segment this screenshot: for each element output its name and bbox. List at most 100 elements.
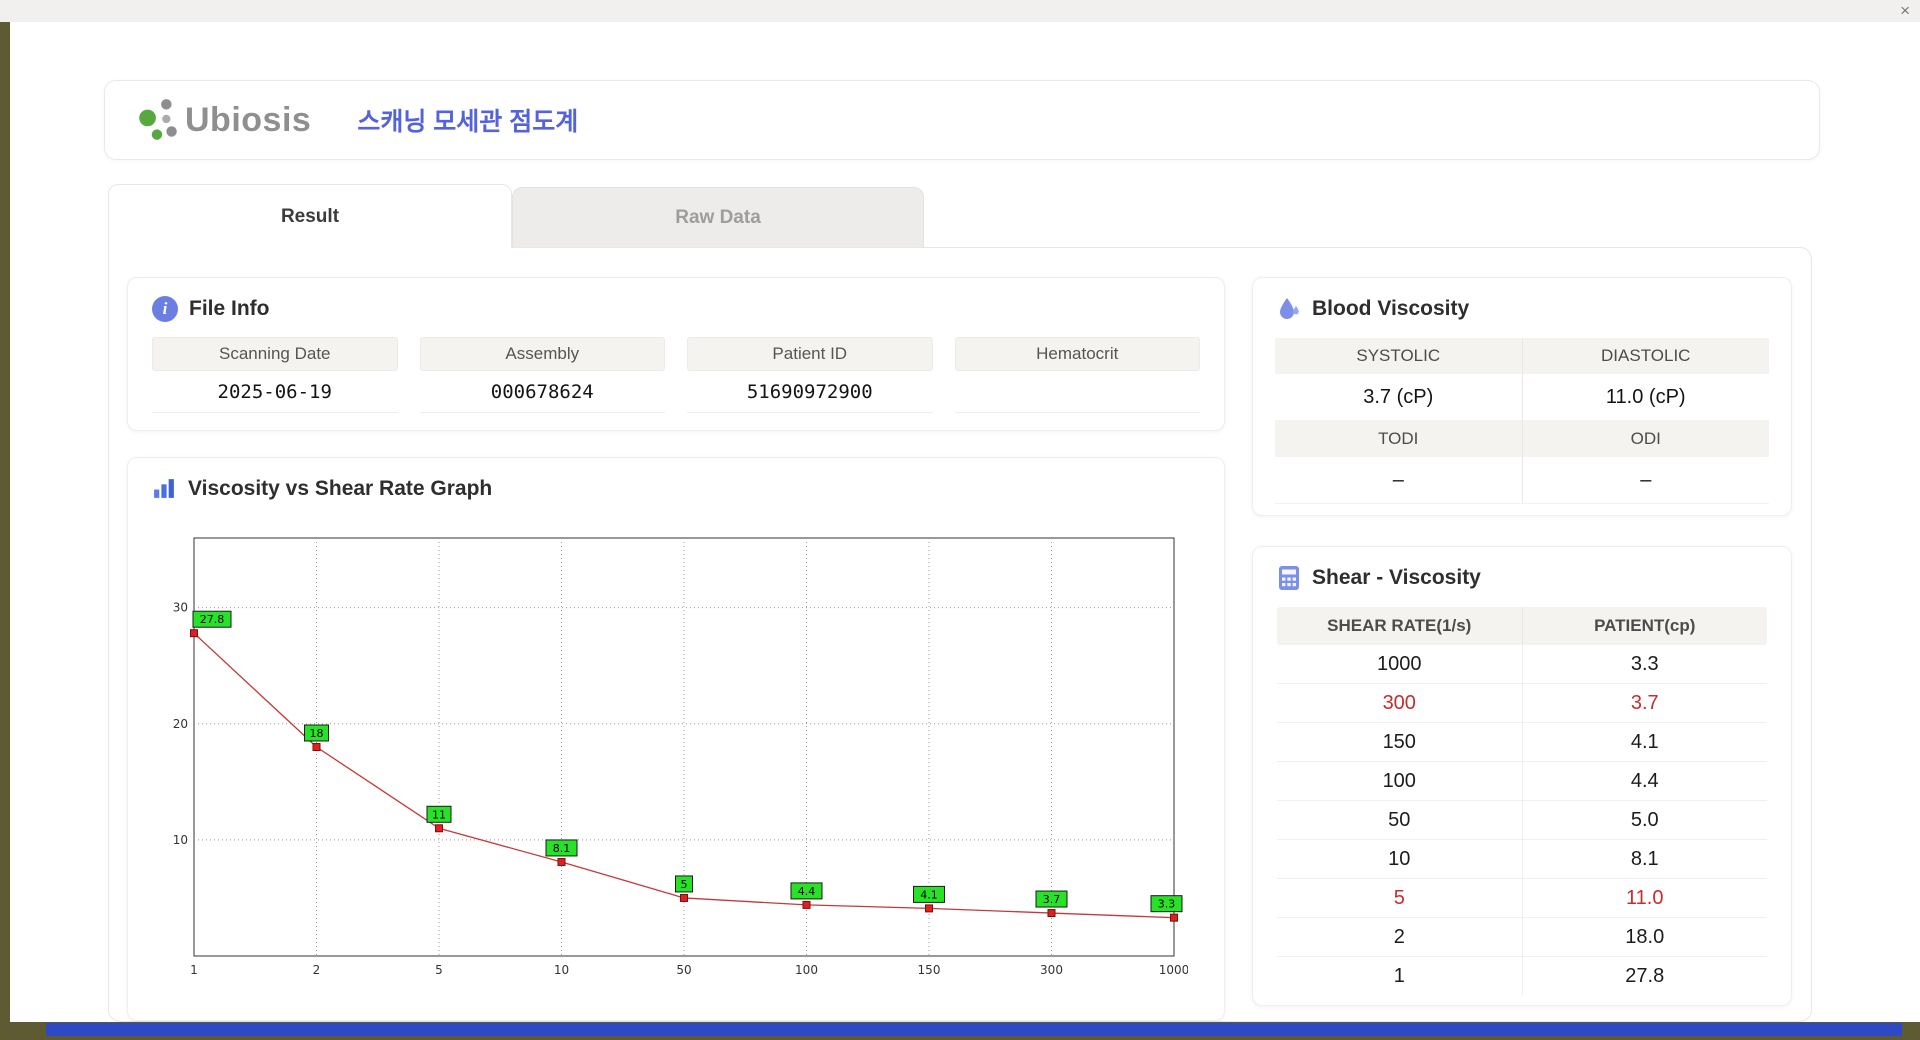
field-label: Assembly — [419, 337, 665, 371]
app-header: Ubiosis 스캐닝 모세관 점도계 — [104, 80, 1820, 160]
diastolic-label: DIASTOLIC — [1521, 338, 1769, 374]
svg-text:1000: 1000 — [1159, 963, 1188, 977]
file-info-card: i File Info Scanning Date 2025-06-19 Assem… — [127, 277, 1225, 431]
patient-viscosity-cell: 18.0 — [1521, 918, 1768, 956]
graph-title: Viscosity vs Shear Rate Graph — [188, 476, 493, 500]
close-icon[interactable]: × — [1900, 0, 1910, 22]
todi-label: TODI — [1275, 421, 1522, 457]
svg-text:300: 300 — [1040, 963, 1063, 977]
diastolic-value: 11.0 (cP) — [1521, 374, 1770, 420]
svg-text:8.1: 8.1 — [553, 842, 571, 855]
svg-text:2: 2 — [313, 963, 321, 977]
svg-text:150: 150 — [918, 963, 941, 977]
graph-header: Viscosity vs Shear Rate Graph — [128, 458, 1224, 501]
viscosity-chart: 10 20 30 1 2 5 10 50 100 150 300 1000 27.8 18 11 8.1 5 4.… — [173, 537, 1188, 977]
field-label: Scanning Date — [152, 337, 398, 371]
table-row: 5 11.0 — [1277, 879, 1767, 918]
tab-result[interactable]: Result — [108, 184, 512, 248]
svg-text:18: 18 — [310, 727, 324, 740]
svg-text:50: 50 — [676, 963, 691, 977]
svg-text:10: 10 — [173, 833, 188, 847]
file-info-grid: Scanning Date 2025-06-19 Assembly 000678624… — [128, 322, 1224, 413]
svg-text:5: 5 — [435, 963, 443, 977]
blood-viscosity-table: SYSTOLIC DIASTOLIC 3.7 (cP) 11.0 (cP) TO… — [1275, 338, 1769, 504]
logo-text: Ubiosis — [185, 100, 312, 139]
page-title: 스캐닝 모세관 점도계 — [357, 108, 579, 136]
svg-text:11: 11 — [432, 808, 446, 821]
blood-viscosity-title: Blood Viscosity — [1312, 297, 1470, 320]
field-label: Hematocrit — [954, 337, 1200, 371]
info-icon: i — [152, 296, 178, 322]
table-row: 50 5.0 — [1277, 801, 1767, 840]
patient-viscosity-cell: 3.3 — [1521, 645, 1768, 683]
odi-value: – — [1521, 457, 1770, 503]
column-header-shear-rate: SHEAR RATE(1/s) — [1327, 616, 1472, 635]
systolic-label: SYSTOLIC — [1275, 338, 1522, 374]
patient-viscosity-cell: 27.8 — [1521, 957, 1768, 996]
field-value: 51690972900 — [687, 371, 933, 413]
shear-rate-cell: 50 — [1388, 808, 1411, 831]
shear-rate-cell: 300 — [1382, 691, 1416, 714]
file-info-field: Scanning Date 2025-06-19 — [152, 337, 398, 413]
app-logo: Ubiosis — [135, 96, 311, 144]
file-info-field: Hematocrit — [954, 337, 1200, 413]
patient-viscosity-cell: 5.0 — [1521, 801, 1768, 839]
table-row: TODI ODI — [1275, 421, 1769, 457]
shear-rate-cell: 10 — [1388, 847, 1411, 870]
shear-viscosity-title: Shear - Viscosity — [1312, 566, 1481, 589]
shear-rate-cell: 2 — [1393, 925, 1405, 948]
field-label: Patient ID — [687, 337, 933, 371]
patient-viscosity-cell: 11.0 — [1521, 879, 1768, 917]
result-panel: i File Info Scanning Date 2025-06-19 Assem… — [108, 247, 1812, 1022]
calculator-icon — [1279, 566, 1299, 590]
shear-rate-cell: 150 — [1382, 730, 1416, 753]
table-row: 1000 3.3 — [1277, 645, 1767, 684]
taskbar-strip — [46, 1023, 1902, 1036]
patient-viscosity-cell: 3.7 — [1521, 684, 1768, 722]
window-title-bar: × — [0, 0, 1920, 22]
svg-text:4.1: 4.1 — [920, 888, 938, 901]
svg-text:10: 10 — [554, 963, 569, 977]
table-row: 3.7 (cP) 11.0 (cP) — [1275, 374, 1769, 421]
patient-viscosity-cell: 8.1 — [1521, 840, 1768, 878]
svg-text:20: 20 — [173, 717, 188, 731]
svg-text:3.7: 3.7 — [1043, 893, 1061, 906]
blood-viscosity-header: Blood Viscosity — [1253, 278, 1791, 322]
svg-text:100: 100 — [795, 963, 818, 977]
svg-text:5: 5 — [681, 878, 688, 891]
droplet-icon — [1280, 298, 1299, 319]
svg-text:30: 30 — [173, 601, 188, 615]
shear-rate-cell: 1000 — [1377, 652, 1422, 675]
svg-text:1: 1 — [190, 963, 198, 977]
table-row: 2 18.0 — [1277, 918, 1767, 957]
shear-rate-cell: 5 — [1393, 886, 1405, 909]
svg-text:27.8: 27.8 — [200, 613, 225, 626]
column-header-patient: PATIENT(cp) — [1521, 607, 1768, 645]
svg-text:4.4: 4.4 — [798, 885, 816, 898]
odi-label: ODI — [1521, 421, 1769, 457]
desktop-edge-bottom — [0, 1022, 1920, 1040]
shear-viscosity-header: Shear - Viscosity — [1253, 547, 1791, 591]
svg-text:3.3: 3.3 — [1158, 898, 1176, 911]
patient-viscosity-cell: 4.1 — [1521, 723, 1768, 761]
bar-chart-icon — [154, 479, 174, 498]
viscosity-graph-card: Viscosity vs Shear Rate Graph 10 20 30 1 2 5 1… — [127, 457, 1225, 1021]
tab-raw-data[interactable]: Raw Data — [512, 187, 924, 248]
table-row: 100 4.4 — [1277, 762, 1767, 801]
field-value: 000678624 — [419, 371, 665, 413]
file-info-field: Assembly 000678624 — [419, 337, 665, 413]
file-info-title: File Info — [189, 297, 270, 320]
file-info-header: i File Info — [128, 278, 1224, 322]
table-row: – – — [1275, 457, 1769, 504]
field-value: 2025-06-19 — [152, 371, 398, 413]
patient-viscosity-cell: 4.4 — [1521, 762, 1768, 800]
table-header-row: SHEAR RATE(1/s) PATIENT(cp) — [1277, 607, 1767, 645]
systolic-value: 3.7 (cP) — [1363, 385, 1434, 408]
table-row: 150 4.1 — [1277, 723, 1767, 762]
shear-table-body: 1000 3.3 300 3.7 150 4.1 100 4.4 50 5.0 10 8.1 5 11.0… — [1277, 645, 1767, 996]
chart-area: 10 20 30 1 2 5 10 50 100 150 300 1000 27.8 18 11 8.1 5 4.… — [148, 522, 1188, 992]
blood-viscosity-card: Blood Viscosity SYSTOLIC DIASTOLIC 3.7 (… — [1252, 277, 1792, 516]
shear-rate-cell: 100 — [1382, 769, 1416, 792]
shear-rate-cell: 1 — [1393, 965, 1405, 987]
table-row: 10 8.1 — [1277, 840, 1767, 879]
